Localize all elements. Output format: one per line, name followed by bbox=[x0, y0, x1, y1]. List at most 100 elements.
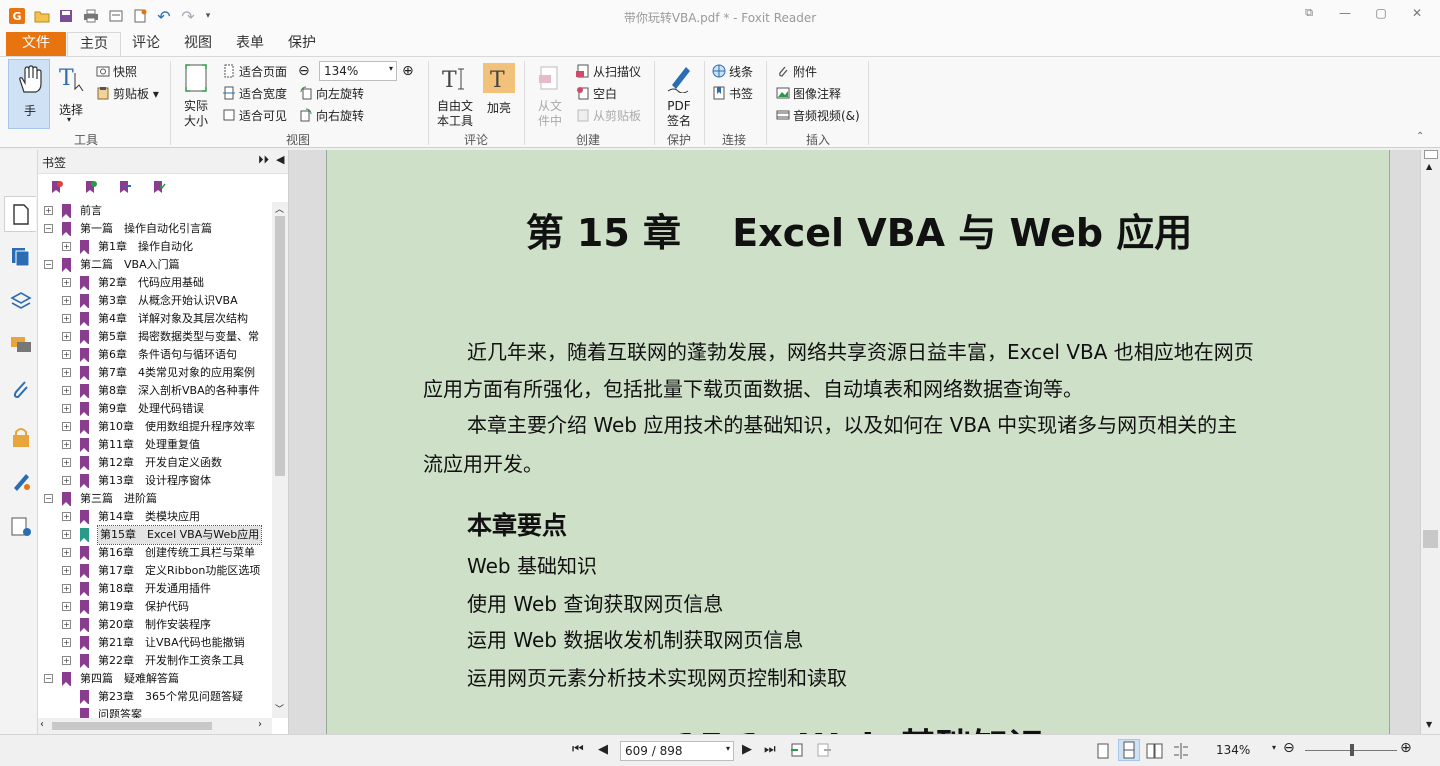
scroll-right-icon[interactable]: › bbox=[258, 719, 262, 730]
expand-toggle-icon[interactable]: + bbox=[62, 602, 71, 611]
collapse-panel-icon[interactable]: ◀ bbox=[276, 153, 284, 166]
fit-width-button[interactable]: 适合宽度 bbox=[222, 85, 287, 102]
add-bookmark-button[interactable]: 书签 bbox=[712, 85, 753, 102]
split-view-handle[interactable] bbox=[1424, 150, 1438, 159]
expand-toggle-icon[interactable]: + bbox=[62, 656, 71, 665]
bookmark-item[interactable]: − 第一篇 操作自动化引言篇 bbox=[38, 220, 272, 238]
continuous-facing-icon[interactable] bbox=[1172, 743, 1190, 762]
scroll-down-icon[interactable]: ▼ bbox=[1426, 720, 1432, 729]
tab-form[interactable]: 表单 bbox=[228, 32, 272, 56]
link-line-button[interactable]: 线条 bbox=[712, 63, 753, 80]
previous-page-icon[interactable]: ◀ bbox=[598, 742, 608, 757]
rotate-left-button[interactable]: 向左旋转 bbox=[299, 85, 364, 102]
status-zoom-out-icon[interactable]: ⊖ bbox=[1283, 740, 1295, 756]
bookmark-scroll-thumb[interactable] bbox=[275, 216, 285, 476]
expand-toggle-icon[interactable]: + bbox=[62, 368, 71, 377]
bookmark-item[interactable]: − 第二篇 VBA入门篇 bbox=[38, 256, 272, 274]
bookmark-item[interactable]: + 第4章 详解对象及其层次结构 bbox=[38, 310, 272, 328]
security-lock-icon[interactable] bbox=[10, 426, 32, 448]
layers-nav-icon[interactable] bbox=[10, 290, 32, 312]
next-view-status-icon[interactable] bbox=[816, 742, 832, 761]
collapse-toggle-icon[interactable]: − bbox=[44, 260, 53, 269]
expand-toggle-icon[interactable]: + bbox=[62, 278, 71, 287]
document-vertical-scrollbar[interactable]: ▲ ▼ bbox=[1420, 150, 1440, 734]
collapse-ribbon-icon[interactable]: ⌃ bbox=[1416, 131, 1424, 142]
last-page-icon[interactable]: ⏭ bbox=[764, 742, 776, 757]
bookmark-item[interactable]: − 第四篇 疑难解答篇 bbox=[38, 670, 272, 688]
expand-toggle-icon[interactable]: + bbox=[62, 242, 71, 251]
fit-page-button[interactable]: 适合页面 bbox=[222, 63, 287, 80]
expand-toggle-icon[interactable]: + bbox=[62, 314, 71, 323]
bookmark-item[interactable]: − 第三篇 进阶篇 bbox=[38, 490, 272, 508]
highlight-button[interactable]: T 加亮 bbox=[482, 59, 516, 129]
bookmark-item[interactable]: + 第15章 Excel VBA与Web应用 bbox=[38, 525, 272, 545]
bookmarks-nav-icon[interactable] bbox=[4, 196, 36, 232]
bookmark-item[interactable]: + 第12章 开发自定义函数 bbox=[38, 454, 272, 472]
select-tool-button[interactable]: T 选择 ▾ bbox=[55, 59, 87, 129]
bookmark-item[interactable]: + 第5章 揭密数据类型与变量、常 bbox=[38, 328, 272, 346]
image-annotation-button[interactable]: 图像注释 bbox=[776, 85, 841, 102]
bookmark-vertical-scrollbar[interactable]: ︿ ﹀ bbox=[272, 202, 288, 718]
comments-nav-icon[interactable] bbox=[10, 334, 32, 356]
zoom-in-icon[interactable]: ⊕ bbox=[402, 63, 414, 79]
rotate-right-button[interactable]: 向右旋转 bbox=[299, 107, 364, 124]
zoom-select[interactable]: 134% ▾ bbox=[319, 61, 397, 81]
bookmark-item[interactable]: + 第3章 从概念开始认识VBA bbox=[38, 292, 272, 310]
typewriter-button[interactable]: T 自由文 本工具 bbox=[434, 59, 476, 129]
bookmark-item[interactable]: + 前言 bbox=[38, 202, 272, 220]
tab-view[interactable]: 视图 bbox=[176, 32, 220, 56]
document-scroll-thumb[interactable] bbox=[1423, 530, 1438, 548]
pages-nav-icon[interactable] bbox=[10, 246, 32, 268]
zoom-out-icon[interactable]: ⊖ bbox=[298, 63, 310, 79]
expand-toggle-icon[interactable]: + bbox=[62, 332, 71, 341]
expand-toggle-icon[interactable]: + bbox=[62, 620, 71, 629]
bookmark-item[interactable]: + 第20章 制作安装程序 bbox=[38, 616, 272, 634]
page-number-field[interactable]: 609 / 898 ▾ bbox=[620, 741, 734, 761]
expand-toggle-icon[interactable]: + bbox=[62, 404, 71, 413]
splitter[interactable] bbox=[288, 150, 326, 734]
expand-toggle-icon[interactable]: + bbox=[62, 566, 71, 575]
status-zoom-in-icon[interactable]: ⊕ bbox=[1400, 740, 1412, 756]
status-zoom-dropdown-icon[interactable]: ▾ bbox=[1272, 743, 1276, 752]
fit-visible-button[interactable]: 适合可见 bbox=[222, 107, 287, 124]
expand-panel-icon[interactable]: ⏵⏵ bbox=[258, 153, 269, 167]
from-clipboard-button[interactable]: 从剪贴板 bbox=[576, 107, 641, 124]
expand-toggle-icon[interactable]: + bbox=[62, 386, 71, 395]
bookmark-options-icon[interactable] bbox=[152, 180, 166, 197]
expand-toggle-icon[interactable]: + bbox=[62, 638, 71, 647]
bookmark-item[interactable]: + 第18章 开发通用插件 bbox=[38, 580, 272, 598]
zoom-slider-thumb[interactable] bbox=[1350, 744, 1354, 756]
attachment-button[interactable]: 附件 bbox=[776, 63, 817, 80]
status-zoom-value[interactable]: 134% bbox=[1216, 743, 1250, 757]
tab-file[interactable]: 文件 bbox=[6, 32, 66, 56]
bookmark-goto-icon[interactable] bbox=[118, 180, 132, 197]
bookmark-item[interactable]: + 第11章 处理重复值 bbox=[38, 436, 272, 454]
bookmark-item[interactable]: + 第9章 处理代码错误 bbox=[38, 400, 272, 418]
bookmark-item[interactable]: + 第13章 设计程序窗体 bbox=[38, 472, 272, 490]
previous-view-status-icon[interactable] bbox=[790, 742, 806, 761]
expand-toggle-icon[interactable]: + bbox=[62, 584, 71, 593]
page-dropdown-icon[interactable]: ▾ bbox=[726, 744, 730, 753]
actual-size-button[interactable]: 实际 大小 bbox=[178, 59, 214, 129]
close-button[interactable]: ✕ bbox=[1404, 6, 1430, 24]
collapse-toggle-icon[interactable]: − bbox=[44, 224, 53, 233]
from-file-button[interactable]: 从文 件中 bbox=[532, 59, 568, 129]
tab-protect[interactable]: 保护 bbox=[280, 32, 324, 56]
audio-video-button[interactable]: 音频视频(&) bbox=[776, 107, 860, 124]
bookmark-item[interactable]: + 第8章 深入剖析VBA的各种事件 bbox=[38, 382, 272, 400]
next-page-icon[interactable]: ▶ bbox=[742, 742, 752, 757]
scroll-up-icon[interactable]: ▲ bbox=[1426, 162, 1432, 171]
minimize-button[interactable]: — bbox=[1332, 6, 1358, 24]
single-page-icon[interactable] bbox=[1096, 743, 1110, 762]
expand-toggle-icon[interactable]: + bbox=[62, 476, 71, 485]
bookmark-item[interactable]: 问题答案 bbox=[38, 706, 272, 718]
pdf-sign-button[interactable]: PDF 签名 bbox=[660, 59, 698, 129]
bookmark-item[interactable]: + 第22章 开发制作工资条工具 bbox=[38, 652, 272, 670]
bookmark-item[interactable]: + 第10章 使用数组提升程序效率 bbox=[38, 418, 272, 436]
bookmark-item[interactable]: + 第21章 让VBA代码也能撤销 bbox=[38, 634, 272, 652]
hand-tool-button[interactable]: 手 bbox=[8, 59, 50, 129]
select-dropdown-icon[interactable]: ▾ bbox=[67, 115, 71, 124]
ribbon-display-icon[interactable]: ⧉ bbox=[1296, 6, 1322, 24]
scroll-down-icon[interactable]: ﹀ bbox=[275, 702, 284, 715]
bookmark-item[interactable]: + 第6章 条件语句与循环语句 bbox=[38, 346, 272, 364]
